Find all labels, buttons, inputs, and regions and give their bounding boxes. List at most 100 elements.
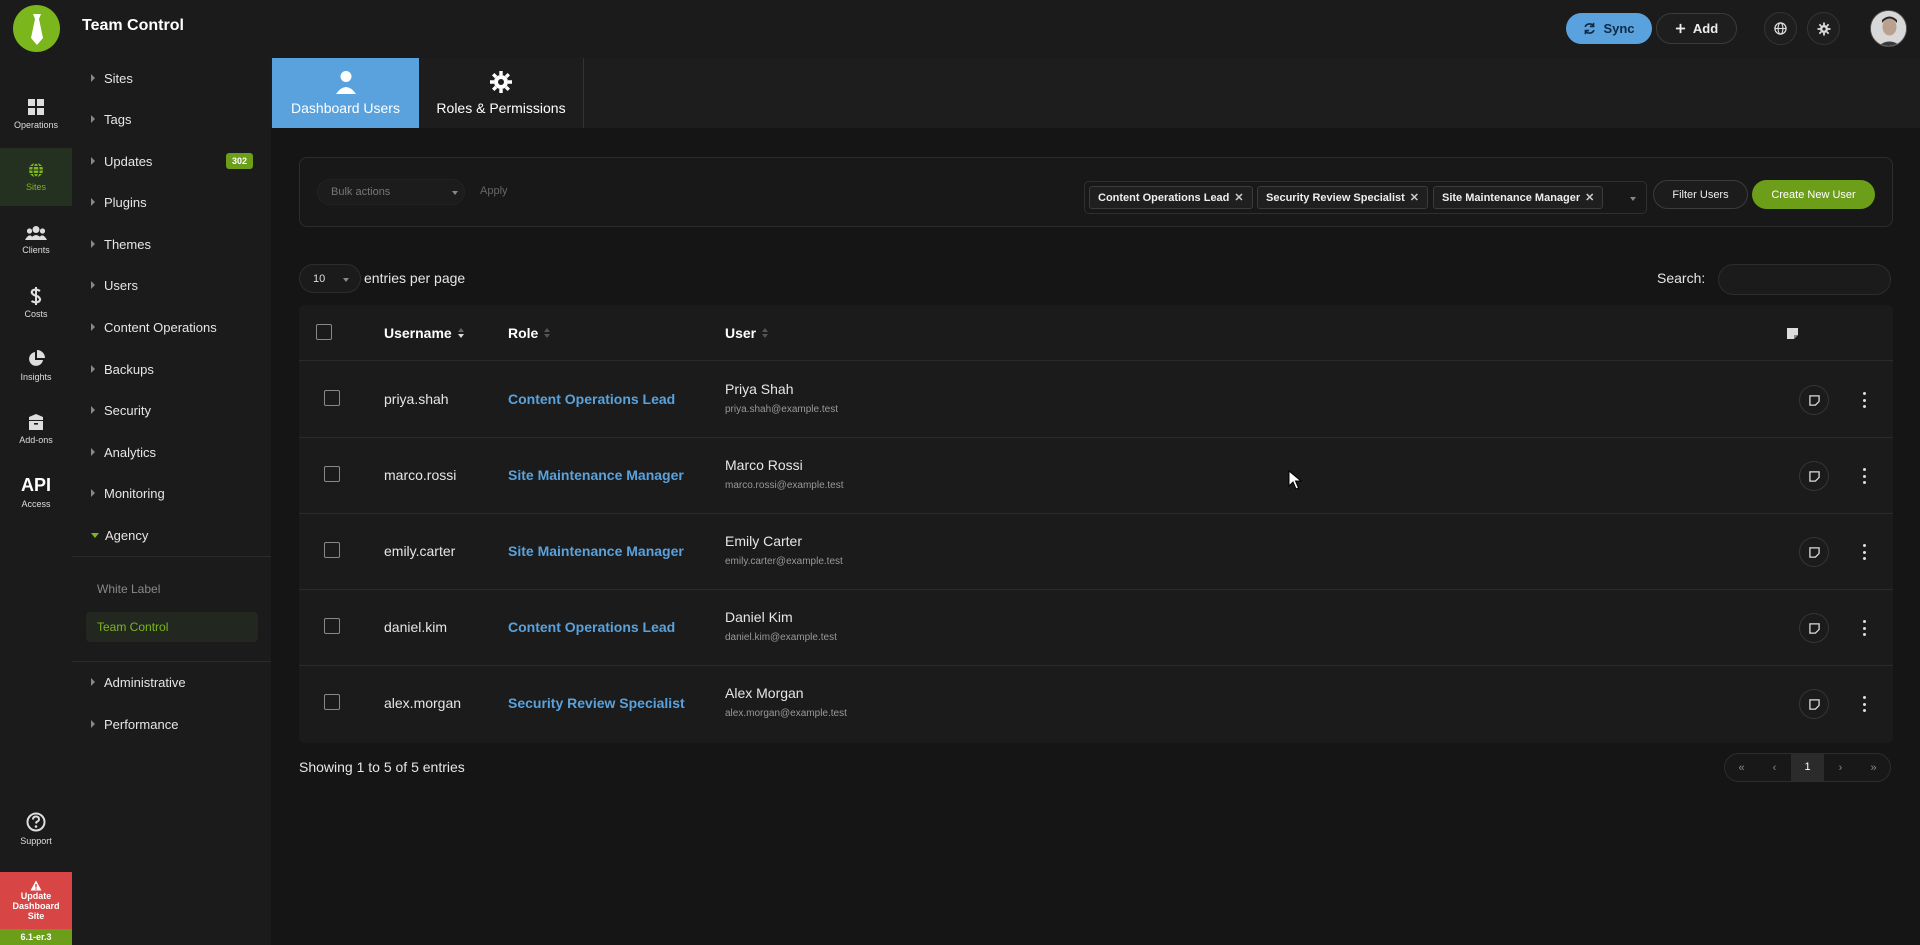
remove-tag-icon[interactable]: ✕: [1410, 191, 1419, 204]
note-button[interactable]: [1799, 613, 1829, 643]
rail-label: Add-ons: [19, 435, 53, 445]
table-row[interactable]: marco.rossi Site Maintenance Manager Mar…: [299, 438, 1893, 514]
row-menu-button[interactable]: [1861, 468, 1867, 484]
rail-item-access[interactable]: API Access: [0, 463, 72, 521]
app-title: Team Control: [82, 17, 184, 34]
row-menu-button[interactable]: [1861, 392, 1867, 408]
sync-button[interactable]: Sync: [1566, 13, 1652, 44]
note-button[interactable]: [1799, 385, 1829, 415]
last-page-button[interactable]: »: [1857, 762, 1890, 774]
row-menu-button[interactable]: [1861, 620, 1867, 636]
nav-item-administrative[interactable]: Administrative: [72, 667, 271, 697]
page-1-button[interactable]: 1: [1791, 754, 1824, 781]
filter-users-button[interactable]: Filter Users: [1653, 180, 1748, 209]
nav-item-monitoring[interactable]: Monitoring: [72, 478, 271, 508]
rail-item-operations[interactable]: Operations: [0, 85, 72, 143]
role-filter-tag[interactable]: Security Review Specialist ✕: [1257, 186, 1429, 209]
nav-label: Administrative: [104, 674, 186, 690]
role-link[interactable]: Content Operations Lead: [508, 391, 675, 407]
nav-item-sites[interactable]: Sites: [72, 63, 271, 93]
username-cell: emily.carter: [384, 543, 456, 559]
entries-per-page-label: entries per page: [364, 270, 466, 286]
page-size-select[interactable]: 10: [299, 264, 361, 293]
avatar[interactable]: [1870, 10, 1907, 47]
role-filter-tag[interactable]: Site Maintenance Manager ✕: [1433, 186, 1604, 209]
nav-item-analytics[interactable]: Analytics: [72, 437, 271, 467]
nav-item-security[interactable]: Security: [72, 395, 271, 425]
sync-label: Sync: [1603, 21, 1635, 36]
grid-icon: [28, 99, 44, 115]
note-button[interactable]: [1799, 461, 1829, 491]
apply-button[interactable]: Apply: [480, 185, 508, 197]
first-page-button[interactable]: «: [1725, 762, 1758, 774]
language-button[interactable]: [1764, 12, 1797, 45]
remove-tag-icon[interactable]: ✕: [1234, 191, 1243, 204]
nav-item-users[interactable]: Users: [72, 270, 271, 300]
table-row[interactable]: priya.shah Content Operations Lead Priya…: [299, 362, 1893, 438]
nav-item-tags[interactable]: Tags: [72, 104, 271, 134]
role-filter-select[interactable]: Content Operations Lead ✕ Security Review…: [1084, 181, 1647, 214]
note-button[interactable]: [1799, 537, 1829, 567]
users-icon: [25, 226, 47, 240]
bulk-actions-placeholder: Bulk actions: [331, 186, 391, 198]
nav-item-content-operations[interactable]: Content Operations: [72, 312, 271, 342]
prev-page-button[interactable]: ‹: [1758, 762, 1791, 774]
row-menu-button[interactable]: [1861, 696, 1867, 712]
row-checkbox[interactable]: [324, 466, 340, 482]
box-icon: [29, 414, 43, 430]
add-label: Add: [1692, 21, 1719, 36]
update-dashboard-button[interactable]: Update Dashboard Site: [0, 872, 72, 929]
table-row[interactable]: daniel.kim Content Operations Lead Danie…: [299, 590, 1893, 666]
nav-item-backups[interactable]: Backups: [72, 354, 271, 384]
rail-item-clients[interactable]: Clients: [0, 211, 72, 269]
role-filter-tag[interactable]: Content Operations Lead ✕: [1089, 186, 1253, 209]
tab-roles-permissions[interactable]: Roles & Permissions: [419, 58, 584, 128]
question-icon: [26, 812, 46, 832]
nav-label: Users: [104, 277, 138, 293]
select-all-checkbox[interactable]: [316, 324, 332, 340]
bulk-actions-select[interactable]: Bulk actions: [317, 179, 465, 205]
add-button[interactable]: Add: [1656, 13, 1737, 44]
search-input[interactable]: [1718, 264, 1891, 295]
create-new-user-button[interactable]: Create New User: [1752, 180, 1875, 209]
caret-right-icon: [91, 323, 95, 331]
settings-button[interactable]: [1807, 12, 1840, 45]
role-link[interactable]: Content Operations Lead: [508, 619, 675, 635]
nav-item-updates[interactable]: Updates 302: [72, 146, 271, 176]
logo[interactable]: [13, 5, 60, 52]
role-link[interactable]: Site Maintenance Manager: [508, 543, 684, 559]
notes-column-icon: [1787, 328, 1798, 339]
note-button[interactable]: [1799, 689, 1829, 719]
row-checkbox[interactable]: [324, 390, 340, 406]
rail-item-add-ons[interactable]: Add-ons: [0, 400, 72, 458]
nav-item-agency[interactable]: Agency: [72, 520, 271, 550]
chevron-down-icon[interactable]: [1630, 197, 1636, 201]
nav-subitem-white-label[interactable]: White Label: [86, 574, 258, 604]
table-row[interactable]: alex.morgan Security Review Specialist A…: [299, 666, 1893, 742]
row-checkbox[interactable]: [324, 542, 340, 558]
rail-item-insights[interactable]: Insights: [0, 337, 72, 395]
rail-item-support[interactable]: Support: [0, 800, 72, 858]
page-size-value: 10: [313, 272, 326, 285]
column-header-username[interactable]: Username: [384, 325, 465, 341]
tab-dashboard-users[interactable]: Dashboard Users: [272, 58, 419, 128]
rail-item-sites[interactable]: Sites: [0, 148, 72, 206]
table-row[interactable]: emily.carter Site Maintenance Manager Em…: [299, 514, 1893, 590]
note-icon: [1808, 698, 1820, 710]
column-header-user[interactable]: User: [725, 325, 769, 341]
nav-item-plugins[interactable]: Plugins: [72, 187, 271, 217]
column-header-role[interactable]: Role: [508, 325, 551, 341]
rail-item-costs[interactable]: Costs: [0, 274, 72, 332]
role-link[interactable]: Site Maintenance Manager: [508, 467, 684, 483]
nav-item-themes[interactable]: Themes: [72, 229, 271, 259]
row-checkbox[interactable]: [324, 694, 340, 710]
row-menu-button[interactable]: [1861, 544, 1867, 560]
gear-icon: [490, 71, 512, 93]
dollar-icon: [30, 287, 42, 305]
remove-tag-icon[interactable]: ✕: [1585, 191, 1594, 204]
role-link[interactable]: Security Review Specialist: [508, 695, 685, 711]
row-checkbox[interactable]: [324, 618, 340, 634]
nav-item-performance[interactable]: Performance: [72, 709, 271, 739]
nav-subitem-team-control[interactable]: Team Control: [86, 612, 258, 642]
next-page-button[interactable]: ›: [1824, 762, 1857, 774]
